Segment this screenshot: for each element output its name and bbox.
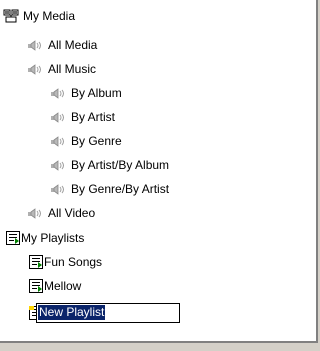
tree-node-my-media[interactable]: My Media — [3, 6, 75, 26]
tree-node-label: By Artist/By Album — [71, 158, 170, 172]
speaker-icon — [27, 207, 47, 219]
speaker-icon — [50, 159, 70, 171]
speaker-icon — [50, 135, 70, 147]
selected-text: New Playlist — [38, 305, 106, 320]
speaker-icon — [50, 111, 70, 123]
tree-node-label: My Playlists — [21, 231, 85, 245]
tree-node-my-playlists[interactable]: My Playlists — [6, 228, 84, 248]
media-tree-view[interactable]: My Media All Media All Music By Album By… — [0, 0, 318, 343]
tree-node-by-artist-by-album[interactable]: By Artist/By Album — [50, 155, 169, 175]
tree-node-by-album[interactable]: By Album — [50, 83, 122, 103]
tree-node-label: By Genre/By Artist — [71, 182, 170, 196]
playlist-icon — [6, 231, 20, 245]
tree-node-label: All Video — [48, 206, 96, 220]
tree-node-label: Fun Songs — [44, 255, 103, 269]
playlist-name-input[interactable]: New Playlist — [36, 303, 180, 323]
playlist-icon — [29, 255, 43, 269]
tree-node-label: My Media — [23, 9, 76, 23]
tree-node-label: All Music — [48, 62, 97, 76]
media-library-icon — [3, 9, 19, 23]
playlist-icon — [29, 279, 43, 293]
tree-node-all-media[interactable]: All Media — [27, 35, 97, 55]
tree-node-label: By Album — [71, 86, 122, 100]
tree-node-label: By Genre — [71, 134, 122, 148]
tree-node-fun-songs[interactable]: Fun Songs — [29, 252, 102, 272]
speaker-icon — [50, 87, 70, 99]
tree-node-all-video[interactable]: All Video — [27, 203, 95, 223]
tree-node-label: All Media — [48, 38, 98, 52]
tree-node-label: Mellow — [44, 279, 82, 293]
speaker-icon — [50, 183, 70, 195]
tree-node-mellow[interactable]: Mellow — [29, 276, 81, 296]
tree-node-by-genre-by-artist[interactable]: By Genre/By Artist — [50, 179, 169, 199]
tree-node-by-genre[interactable]: By Genre — [50, 131, 122, 151]
tree-node-by-artist[interactable]: By Artist — [50, 107, 115, 127]
speaker-icon — [27, 63, 47, 75]
tree-node-all-music[interactable]: All Music — [27, 59, 96, 79]
speaker-icon — [27, 39, 47, 51]
tree-node-label: By Artist — [71, 110, 116, 124]
